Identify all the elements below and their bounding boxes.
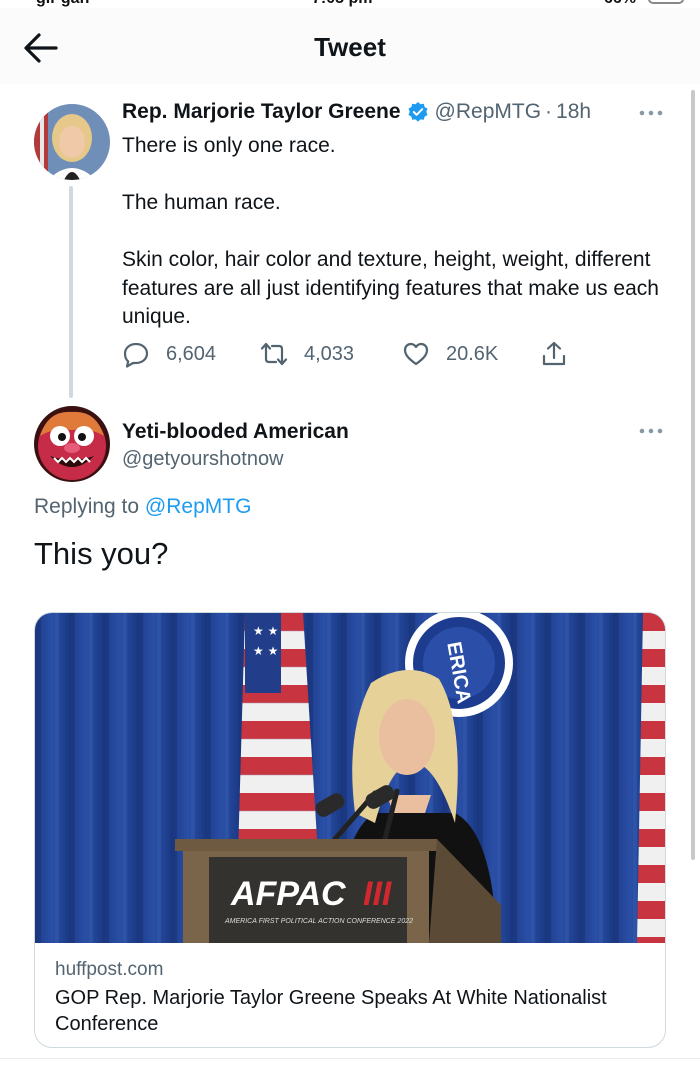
- top-bar: Tweet: [0, 8, 700, 84]
- card-title[interactable]: GOP Rep. Marjorie Taylor Greene Speaks A…: [55, 985, 615, 1037]
- tweet-line: There is only one race.: [122, 134, 336, 157]
- battery-icon: [648, 0, 684, 4]
- reply-author-name[interactable]: Yeti-blooded American: [122, 420, 349, 444]
- tweet-body: There is only one race. The human race. …: [122, 132, 662, 360]
- clock: 7:05 pm: [312, 0, 372, 8]
- like-button[interactable]: 20.6K: [402, 338, 498, 370]
- carrier-label: gir gan: [36, 0, 89, 8]
- scrollbar[interactable]: [691, 90, 695, 860]
- animal-muppet-avatar: [34, 406, 110, 482]
- divider: [0, 1058, 700, 1059]
- author-name[interactable]: Rep. Marjorie Taylor Greene: [122, 100, 401, 124]
- card-domain: huffpost.com: [55, 959, 164, 980]
- svg-text:★ ★: ★ ★: [253, 644, 278, 658]
- tweet-line: The human race.: [122, 191, 281, 214]
- share-button[interactable]: [540, 338, 584, 370]
- reply-more-button[interactable]: [636, 426, 666, 446]
- reply-icon: [123, 342, 149, 368]
- tweet-line: Skin color, hair color and texture, heig…: [122, 248, 659, 328]
- retweet-count: 4,033: [304, 342, 355, 365]
- share-icon: [542, 341, 566, 366]
- more-dots-icon: [639, 110, 663, 116]
- retweet-button[interactable]: 4,033: [260, 338, 354, 370]
- avatar[interactable]: [34, 104, 110, 180]
- replying-handle-link[interactable]: @RepMTG: [145, 495, 252, 518]
- replying-to: Replying to @RepMTG: [34, 495, 251, 519]
- podium-logo: AFPAC: [230, 875, 346, 913]
- page-title: Tweet: [314, 32, 386, 62]
- card-image: ★ ★ ★ ★ ERICA AFPAC III AMERICA FIRST PO…: [35, 613, 665, 943]
- status-bar: gir gan 7:05 pm 66%: [0, 0, 700, 8]
- replying-prefix: Replying to: [34, 495, 140, 518]
- reply-author-handle[interactable]: @getyourshotnow: [122, 448, 284, 471]
- reply-avatar[interactable]: [34, 406, 110, 482]
- reply-button[interactable]: 6,604: [122, 338, 216, 370]
- more-dots-icon: [639, 428, 663, 434]
- link-card[interactable]: ★ ★ ★ ★ ERICA AFPAC III AMERICA FIRST PO…: [34, 612, 666, 1048]
- profile-photo: [34, 104, 110, 180]
- heart-icon: [403, 342, 429, 366]
- meta-separator: ·: [545, 100, 553, 123]
- like-count: 20.6K: [446, 342, 499, 365]
- tweet-age[interactable]: 18h: [556, 100, 591, 124]
- thread-connector: [69, 186, 73, 398]
- tweet-actions: 6,604 4,033 20.6K: [122, 338, 582, 370]
- tweet-author[interactable]: Rep. Marjorie Taylor Greene @RepMTG · 18…: [122, 100, 591, 124]
- verified-badge-icon: [408, 102, 428, 122]
- battery-percent: 66%: [604, 0, 636, 8]
- author-handle[interactable]: @RepMTG: [435, 100, 542, 124]
- podium-subtitle: AMERICA FIRST POLITICAL ACTION CONFERENC…: [224, 918, 413, 925]
- svg-text:★ ★: ★ ★: [253, 624, 278, 638]
- more-button[interactable]: [636, 108, 666, 128]
- podium-logo-suffix: III: [363, 875, 393, 913]
- reply-body: This you?: [34, 536, 169, 571]
- retweet-icon: [260, 342, 288, 366]
- reply-count: 6,604: [166, 342, 217, 365]
